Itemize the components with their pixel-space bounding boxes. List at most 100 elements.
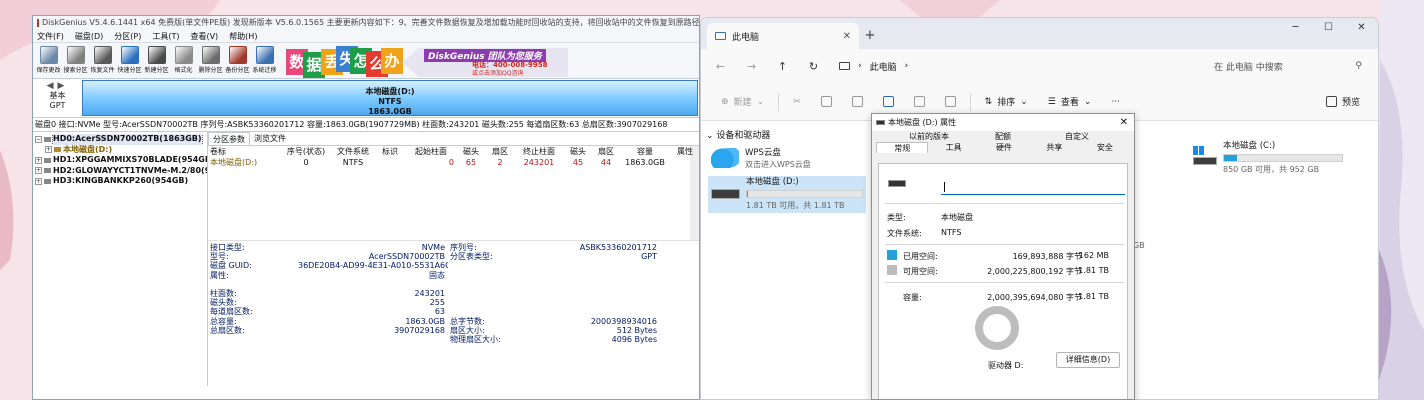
col-capacity[interactable]: 容量 (620, 146, 670, 157)
tab-sharing[interactable]: 共享 (1029, 142, 1079, 153)
close-tab-icon[interactable]: ✕ (843, 31, 851, 42)
delete-partition-button[interactable]: 删除分区 (197, 46, 224, 74)
col-fs[interactable]: 文件系统 (332, 146, 374, 157)
col-end-sector[interactable]: 扇区 (592, 146, 620, 157)
ad-banner[interactable]: 数 据 丢 失 怎 么 办 DiskGenius 团队为您服务 电话：400-0… (284, 46, 568, 78)
expand-icon[interactable]: + (35, 177, 42, 185)
menu-help[interactable]: 帮助(H) (229, 30, 257, 42)
path-separator[interactable]: › (858, 61, 862, 71)
expand-icon[interactable]: + (45, 146, 52, 154)
tree-item-label: HD2:GLOWAYYCT1TNVMe-M.2/80(954 (53, 165, 207, 175)
back-icon[interactable]: ← (707, 60, 734, 73)
search-partition-button[interactable]: 搜索分区 (62, 46, 89, 74)
menu-file[interactable]: 文件(F) (37, 30, 64, 42)
drive-c[interactable]: 本地磁盘 (C:) 850 GB 可用，共 952 GB (1193, 141, 1343, 175)
format-button[interactable]: 格式化 (170, 46, 197, 74)
tab-browse-files[interactable]: 浏览文件 (250, 132, 290, 145)
windows-drive-icon (1193, 146, 1217, 170)
cell-end-sector: 44 (600, 158, 612, 167)
backup-partition-button[interactable]: 备份分区 (224, 46, 251, 74)
tab-security[interactable]: 安全 (1080, 142, 1130, 153)
details-button[interactable]: 详细信息(D) (1056, 352, 1120, 368)
col-end-head[interactable]: 磁头 (564, 146, 592, 157)
table-row[interactable]: 本地磁盘(D:) 0 NTFS 0 65 2 243201 45 44 1863… (208, 157, 699, 168)
col-index[interactable]: 序号(状态) (280, 146, 332, 157)
share-button[interactable] (904, 96, 935, 107)
free-size: 1.81 TB (1078, 266, 1109, 275)
col-start-cyl[interactable]: 起始柱面 (406, 146, 456, 157)
quick-partition-button[interactable]: 快速分区 (116, 46, 143, 74)
partition-block-d[interactable]: 本地磁盘(D:) NTFS 1863.0GB (82, 80, 698, 116)
menu-disk[interactable]: 磁盘(D) (75, 30, 103, 42)
dg-title-bar: DiskGenius V5.4.6.1441 x64 免费版(单文件PE版) 发… (33, 16, 699, 30)
tab-customize[interactable]: 自定义 (1040, 131, 1114, 142)
col-label[interactable]: 卷标 (208, 146, 280, 157)
drive-wps-cloud[interactable]: WPS云盘 双击进入WPS云盘 (711, 148, 811, 170)
used-space-swatch (887, 250, 897, 260)
refresh-icon[interactable]: ↻ (800, 60, 827, 73)
path-separator[interactable]: › (905, 61, 909, 71)
disk-nav-arrows[interactable]: ◀▶ (33, 81, 82, 91)
tab-hardware[interactable]: 硬件 (979, 142, 1029, 153)
tab-previous-versions[interactable]: 以前的版本 (892, 131, 966, 142)
col-sector[interactable]: 扇区 (486, 146, 514, 157)
col-attr[interactable]: 属性 (670, 146, 699, 157)
tree-item-hd1[interactable]: + HD1:XPGGAMMIXS70BLADE(954GB) (35, 155, 207, 166)
disk-tree: − HD0:AcerSSDN70002TB(1863GB) + 本地磁盘(D:) +… (33, 132, 208, 386)
address-bar[interactable]: › 此电脑 › (831, 54, 1200, 78)
forward-icon[interactable]: → (738, 60, 765, 73)
delete-button[interactable] (935, 96, 966, 107)
col-flag[interactable]: 标识 (374, 146, 406, 157)
paste-button[interactable] (842, 96, 873, 107)
tree-item-hd3[interactable]: + HD3:KINGBANKKP260(954GB) (35, 176, 207, 187)
preview-button[interactable]: 预览 (1316, 95, 1378, 108)
col-head[interactable]: 磁头 (456, 146, 486, 157)
view-button[interactable]: ☰ 查看 ⌄ (1038, 95, 1102, 109)
new-button[interactable]: ⊕ 新建 ⌄ (711, 95, 774, 109)
menu-partition[interactable]: 分区(P) (114, 30, 141, 42)
save-changes-button[interactable]: 保存更改 (35, 46, 62, 74)
detail-value (526, 307, 660, 316)
close-button[interactable]: ✕ (1345, 18, 1378, 38)
format-label: 格式化 (174, 67, 193, 74)
cloud-icon (711, 148, 739, 168)
expand-icon[interactable]: + (35, 167, 42, 175)
cut-button[interactable]: ✂ (783, 97, 811, 107)
new-partition-button[interactable]: 新建分区 (143, 46, 170, 74)
more-button[interactable]: ··· (1101, 97, 1130, 107)
menu-tools[interactable]: 工具(T) (152, 30, 179, 42)
tab-partition-params[interactable]: 分区参数 (208, 132, 250, 145)
new-tab-button[interactable]: + (859, 23, 881, 49)
system-migrate-button[interactable]: 系统迁移 (251, 46, 278, 74)
col-end-cyl[interactable]: 终止柱面 (514, 146, 564, 157)
tree-item-d[interactable]: + 本地磁盘(D:) (35, 145, 207, 156)
tab-this-pc[interactable]: 此电脑 ✕ (707, 23, 859, 49)
path-segment[interactable]: 此电脑 (870, 60, 897, 73)
detail-label (448, 298, 526, 307)
tree-item-label: 本地磁盘(D:) (63, 144, 113, 154)
menu-view[interactable]: 查看(V) (190, 30, 218, 42)
tree-item-hd0[interactable]: − HD0:AcerSSDN70002TB(1863GB) (35, 134, 207, 145)
section-header-devices[interactable]: ⌄ 设备和驱动器 (706, 128, 770, 141)
tree-item-hd2[interactable]: + HD2:GLOWAYYCT1TNVMe-M.2/80(954 (35, 166, 207, 177)
maximize-button[interactable]: ☐ (1312, 18, 1345, 38)
volume-name-input[interactable] (941, 179, 1125, 195)
detail-label: 总扇区数: (210, 325, 245, 335)
search-box[interactable]: 在 此电脑 中搜索 ⚲ (1204, 54, 1372, 78)
minimize-button[interactable]: ─ (1279, 18, 1312, 38)
new-label: 新建 (733, 98, 752, 108)
expand-icon[interactable]: + (35, 156, 42, 164)
tab-general[interactable]: 常规 (876, 142, 929, 153)
close-icon[interactable]: ✕ (1120, 117, 1128, 128)
recover-files-button[interactable]: 恢复文件 (89, 46, 116, 74)
computer-icon (715, 32, 726, 40)
chevron-down-icon: ⌄ (1083, 96, 1092, 107)
sort-button[interactable]: ⇅ 排序 ⌄ (975, 95, 1038, 109)
drive-d[interactable]: 本地磁盘 (D:) 1.81 TB 可用，共 1.81 TB (708, 176, 866, 213)
rename-button[interactable] (873, 96, 904, 107)
copy-button[interactable] (811, 96, 842, 107)
collapse-icon[interactable]: − (35, 135, 42, 143)
tab-tools[interactable]: 工具 (928, 142, 978, 153)
tab-quota[interactable]: 配额 (966, 131, 1040, 142)
up-icon[interactable]: ↑ (769, 60, 796, 73)
